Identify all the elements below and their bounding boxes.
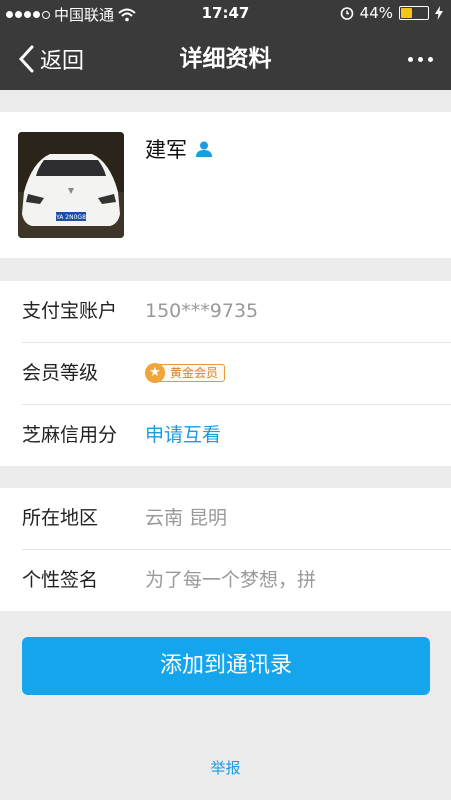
signature-label: 个性签名 [22, 569, 99, 591]
alipay-account-label: 支付宝账户 [22, 300, 118, 322]
profile-name: 建军 [145, 138, 187, 162]
member-level-label: 会员等级 [22, 362, 99, 384]
region-label: 所在地区 [22, 507, 99, 529]
status-bar: 中国联通 17:47 44% [0, 0, 451, 28]
alipay-account-row: 支付宝账户 150***9735 [22, 281, 451, 343]
signature-value: 为了每一个梦想，拼 [145, 569, 317, 591]
add-to-contacts-button[interactable]: 添加到通讯录 [22, 637, 430, 695]
page-title: 详细资料 [179, 46, 272, 72]
alipay-account-value: 150***9735 [145, 300, 259, 322]
member-level-row: 会员等级 ★ 黄金会员 [22, 343, 451, 405]
region-value: 云南 昆明 [145, 507, 228, 529]
more-button[interactable] [408, 28, 433, 90]
avatar[interactable]: YA 2N0G8 [18, 132, 124, 238]
svg-text:YA 2N0G8: YA 2N0G8 [55, 214, 86, 221]
member-level-badge: ★ 黄金会员 [145, 363, 226, 383]
sesame-credit-row: 芝麻信用分 申请互看 [22, 405, 451, 466]
signature-row: 个性签名 为了每一个梦想，拼 [22, 550, 451, 611]
report-link[interactable]: 举报 [0, 757, 451, 778]
battery-icon [399, 6, 429, 20]
nav-bar: 返回 详细资料 [0, 28, 451, 90]
sesame-credit-link[interactable]: 申请互看 [145, 405, 221, 466]
star-icon: ★ [145, 363, 165, 383]
profile-card: YA 2N0G8 建军 [0, 112, 451, 258]
info-section: 所在地区 云南 昆明 个性签名 为了每一个梦想，拼 [0, 488, 451, 611]
more-icon [408, 56, 413, 62]
account-section: 支付宝账户 150***9735 会员等级 ★ 黄金会员 芝麻信用分 申请互看 [0, 281, 451, 466]
sesame-credit-label: 芝麻信用分 [22, 424, 118, 446]
user-verified-icon [196, 141, 212, 157]
name-row: 建军 [145, 134, 213, 164]
region-row: 所在地区 云南 昆明 [22, 488, 451, 550]
battery-percent: 44% [359, 4, 393, 22]
charging-icon [435, 6, 443, 20]
car-photo: YA 2N0G8 [18, 132, 124, 238]
alarm-icon [340, 7, 353, 20]
status-right: 44% [340, 4, 443, 22]
member-level-value: 黄金会员 [159, 364, 226, 382]
